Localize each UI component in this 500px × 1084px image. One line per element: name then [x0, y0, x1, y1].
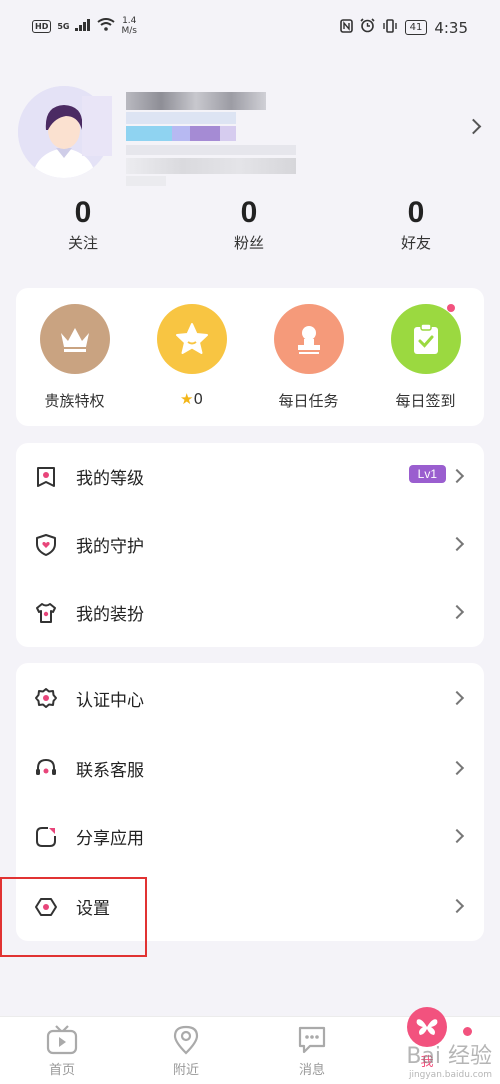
tab-nearby[interactable]: 附近: [141, 1025, 231, 1078]
menu-item-level[interactable]: 我的等级 Lv1: [16, 443, 484, 511]
chat-bubble-icon: [298, 1026, 326, 1054]
profile-chevron-icon[interactable]: [465, 118, 482, 135]
menu-item-guard-label: 我的守护: [76, 537, 144, 557]
alarm-icon: [360, 18, 375, 37]
status-bar: HD 5G 1.4 M/s 41 4:35: [0, 0, 500, 56]
menu-group-personal: 我的等级 Lv1 我的守护 我的装扮: [16, 443, 484, 647]
fans-stat[interactable]: 0 粉丝: [189, 196, 309, 253]
menu-item-guard[interactable]: 我的守护: [16, 511, 484, 579]
chevron-right-icon: [449, 536, 465, 552]
daily-checkin-label: 每日签到: [395, 392, 456, 410]
chevron-right-icon: [449, 760, 465, 776]
hd-indicator: HD: [32, 19, 52, 33]
tab-nearby-label: 附近: [172, 1063, 199, 1078]
tab-home-label: 首页: [48, 1063, 75, 1078]
crown-icon: [39, 304, 110, 374]
chevron-right-icon: [449, 828, 465, 844]
menu-item-customer-service[interactable]: 联系客服: [16, 735, 484, 803]
daily-tasks-label: 每日任务: [278, 392, 339, 410]
profile-stats: 0 关注 0 粉丝 0 好友: [0, 196, 500, 266]
location-pin-icon: [173, 1025, 199, 1055]
small-star-icon: ★: [180, 390, 194, 408]
following-count: 0: [74, 196, 92, 229]
clock: 4:35: [434, 18, 468, 37]
menu-item-customer-service-label: 联系客服: [76, 761, 144, 781]
menu-item-outfit[interactable]: 我的装扮: [16, 579, 484, 647]
watermark-sub: jingyan.baidu.com: [408, 1070, 492, 1080]
tab-home[interactable]: 首页: [17, 1025, 107, 1078]
daily-tasks-button[interactable]: 每日任务: [250, 304, 367, 411]
wifi-icon: [97, 18, 116, 34]
network-speed: 1.4 M/s: [121, 16, 137, 36]
friends-stat[interactable]: 0 好友: [356, 196, 476, 253]
share-icon: [36, 827, 56, 847]
menu-item-share-app-label: 分享应用: [76, 829, 144, 849]
stars-label-wrap: ★0: [133, 390, 250, 408]
star-icon: [156, 304, 227, 374]
ribbon-icon: [37, 467, 55, 487]
person-stamp-icon: [273, 304, 344, 374]
chevron-right-icon: [449, 898, 465, 914]
nfc-icon: [339, 18, 353, 37]
chevron-right-icon: [449, 604, 465, 620]
following-label: 关注: [67, 234, 98, 252]
stars-button[interactable]: ★0: [133, 304, 250, 408]
stars-count: 0: [193, 390, 203, 408]
tab-messages[interactable]: 消息: [267, 1025, 357, 1078]
badge-icon: [35, 688, 57, 708]
battery-indicator: 41: [404, 20, 428, 35]
headset-icon: [36, 758, 56, 775]
watermark: Bai 经验 jingyan.baidu.com: [406, 1038, 492, 1080]
fans-label: 粉丝: [233, 234, 264, 252]
chevron-right-icon: [449, 468, 465, 484]
friends-count: 0: [407, 196, 425, 229]
settings-highlight-box: [0, 877, 147, 957]
menu-item-verification[interactable]: 认证中心: [16, 665, 484, 733]
tv-icon: [46, 1025, 78, 1055]
signal-icon: [75, 18, 91, 34]
quick-actions-card: 贵族特权 ★0 每日任务 每日签到: [16, 288, 484, 426]
following-stat[interactable]: 0 关注: [23, 196, 143, 253]
fans-count: 0: [240, 196, 258, 229]
network-label: 5G: [57, 21, 70, 31]
watermark-text: Bai 经验: [406, 1044, 492, 1069]
menu-item-outfit-label: 我的装扮: [76, 605, 144, 625]
daily-checkin-button[interactable]: 每日签到: [367, 304, 484, 411]
friends-label: 好友: [400, 234, 431, 252]
menu-item-share-app[interactable]: 分享应用: [16, 803, 484, 871]
chevron-right-icon: [449, 690, 465, 706]
me-notification-dot: [463, 1027, 472, 1036]
level-badge: Lv1: [408, 465, 446, 483]
vibrate-icon: [382, 18, 398, 37]
checkin-notification-dot: [447, 304, 455, 312]
clipboard-check-icon: [390, 304, 461, 374]
nobility-privilege-button[interactable]: 贵族特权: [16, 304, 133, 411]
nobility-privilege-label: 贵族特权: [44, 392, 105, 410]
menu-item-verification-label: 认证中心: [76, 691, 144, 711]
shield-heart-icon: [36, 534, 56, 556]
shirt-icon: [36, 603, 56, 623]
menu-item-level-label: 我的等级: [76, 469, 144, 489]
tab-messages-label: 消息: [298, 1063, 325, 1078]
